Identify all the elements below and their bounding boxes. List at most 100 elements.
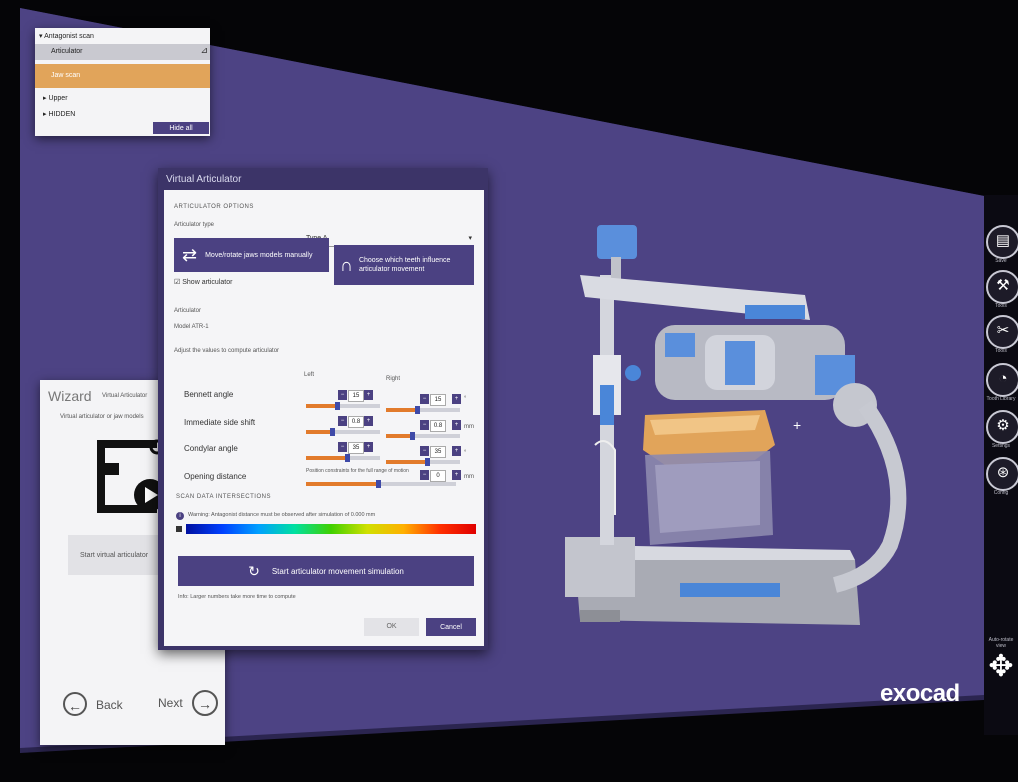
dialog-body: ARTICULATOR OPTIONS Articulator type Typ…	[164, 190, 484, 646]
slider-fill	[306, 430, 332, 434]
info-icon: i	[176, 512, 184, 520]
section-scan: SCAN DATA INTERSECTIONS	[176, 494, 271, 500]
slider-fill	[306, 456, 347, 460]
spin-down[interactable]: −	[420, 446, 429, 456]
param-label: Condylar angle	[184, 444, 238, 453]
pin-icon[interactable]: ⊿	[200, 45, 208, 56]
object-panel: ▾ Antagonist scan Articulator ⊿ Jaw scan…	[35, 28, 210, 136]
tree-item-highlighted[interactable]: Jaw scan	[35, 64, 210, 88]
slider-right[interactable]	[386, 432, 460, 440]
spin-up[interactable]: +	[364, 442, 373, 452]
spin-down[interactable]: −	[420, 394, 429, 404]
section-options: ARTICULATOR OPTIONS	[174, 204, 254, 210]
slider-opening[interactable]	[306, 480, 456, 488]
type-label: Articulator type	[174, 222, 215, 228]
slider-left[interactable]	[306, 454, 380, 462]
toolbar-label: Settings	[991, 443, 1011, 449]
slider-right[interactable]	[386, 458, 460, 466]
slider-knob[interactable]	[376, 480, 381, 488]
column-left: Left	[304, 372, 315, 378]
move-jaws-button[interactable]: ⇄ Move/rotate jaws models manually	[174, 238, 329, 272]
spin-down[interactable]: −	[420, 470, 429, 480]
tree-item[interactable]: Articulator	[35, 44, 210, 60]
slider-left[interactable]	[306, 428, 380, 436]
articulator-3d-model[interactable]: +	[555, 215, 925, 635]
slider-fill	[386, 434, 412, 438]
arch-icon: ∩	[340, 254, 353, 275]
swap-arrows-icon: ⇄	[182, 244, 198, 265]
slider-left[interactable]	[306, 402, 380, 410]
tree-item[interactable]: ▸ Upper	[43, 94, 68, 102]
param-label: Immediate side shift	[184, 418, 256, 427]
slider-right[interactable]	[386, 406, 460, 414]
toolbar-label: Save	[995, 258, 1007, 264]
slider-knob[interactable]	[335, 402, 341, 410]
save-icon[interactable]: ▤	[986, 225, 1018, 259]
spin-down[interactable]: −	[338, 416, 347, 426]
slider-knob[interactable]	[424, 458, 430, 466]
info-note: Info: Larger numbers take more time to c…	[178, 594, 296, 600]
slider-knob[interactable]	[329, 428, 335, 436]
slider-fill	[306, 404, 338, 408]
move-arrows-icon[interactable]: ✥	[986, 647, 1016, 687]
value-field[interactable]: 35	[348, 442, 364, 454]
cancel-button[interactable]: Cancel	[426, 618, 476, 636]
spin-up[interactable]: +	[452, 470, 461, 480]
slider-knob[interactable]	[415, 406, 421, 414]
column-right: Right	[386, 376, 401, 382]
brand-logo: exocad	[880, 680, 960, 707]
dialog-title: Virtual Articulator	[166, 174, 242, 185]
slider-knob[interactable]	[409, 432, 415, 440]
slider-knob[interactable]	[344, 454, 350, 462]
toolbar-label: Config	[993, 490, 1009, 496]
tools-icon[interactable]: ✂	[986, 315, 1018, 349]
value-field[interactable]: 0.8	[348, 416, 364, 428]
value-field[interactable]: 15	[348, 390, 364, 402]
refresh-icon: ↻	[248, 562, 260, 579]
spin-up[interactable]: +	[364, 416, 373, 426]
next-button[interactable]: Next	[158, 696, 183, 710]
svg-text:+: +	[793, 417, 801, 433]
param-label: Bennett angle	[184, 390, 234, 399]
articulator-dialog: Virtual Articulator ARTICULATOR OPTIONS …	[158, 168, 488, 650]
show-articulator-checkbox[interactable]: ☑ Show articulator	[174, 278, 232, 286]
unit-label: °	[464, 396, 467, 402]
slider-fill	[306, 482, 378, 486]
subsection-label: Articulator	[174, 308, 202, 314]
settings-icon[interactable]: ⚙	[986, 410, 1018, 444]
spin-down[interactable]: −	[420, 420, 429, 430]
ok-button[interactable]: OK	[364, 618, 419, 636]
start-simulation-button[interactable]: ↻ Start articulator movement simulation	[178, 556, 474, 586]
hide-all-button[interactable]: Hide all	[153, 122, 209, 134]
spin-down[interactable]: −	[338, 442, 347, 452]
toolbar-label: Tooth Library	[986, 396, 1016, 402]
slider-fill	[386, 460, 427, 464]
wizard-description: Virtual articulator or jaw models	[60, 414, 144, 420]
wrench-icon[interactable]: ⚒	[986, 270, 1018, 304]
spin-up[interactable]: +	[364, 390, 373, 400]
gear-icon[interactable]: ⊛	[986, 457, 1018, 491]
model-line: Model ATR-1	[174, 324, 209, 330]
spin-down[interactable]: −	[338, 390, 347, 400]
teeth-influence-button[interactable]: ∩ Choose which teeth influence articulat…	[334, 245, 474, 285]
value-field[interactable]: 0.8	[430, 420, 446, 432]
tree-item[interactable]: ▸ HIDDEN	[43, 110, 75, 118]
slider-fill	[386, 408, 418, 412]
spin-up[interactable]: +	[452, 446, 461, 456]
value-field[interactable]: 35	[430, 446, 446, 458]
unit-label: °	[464, 450, 467, 456]
spin-up[interactable]: +	[452, 394, 461, 404]
right-toolbar: ▤ Save ⚒ Tools ✂ Tools ◔ Tooth Library ⚙…	[984, 195, 1018, 735]
unit-label: mm	[464, 474, 474, 480]
next-icon[interactable]: →	[192, 690, 218, 716]
back-icon[interactable]: ←	[63, 692, 87, 716]
back-button[interactable]: Back	[96, 698, 123, 712]
value-field[interactable]: 0	[430, 470, 446, 482]
wizard-subtitle: Virtual Articulator	[102, 393, 148, 399]
tooth-icon[interactable]: ◔	[986, 363, 1018, 397]
tree-item[interactable]: ▾ Antagonist scan	[39, 32, 94, 40]
toolbar-label: Tools	[995, 303, 1007, 309]
spin-up[interactable]: +	[452, 420, 461, 430]
value-field[interactable]: 15	[430, 394, 446, 406]
wizard-title: Wizard	[48, 388, 92, 404]
